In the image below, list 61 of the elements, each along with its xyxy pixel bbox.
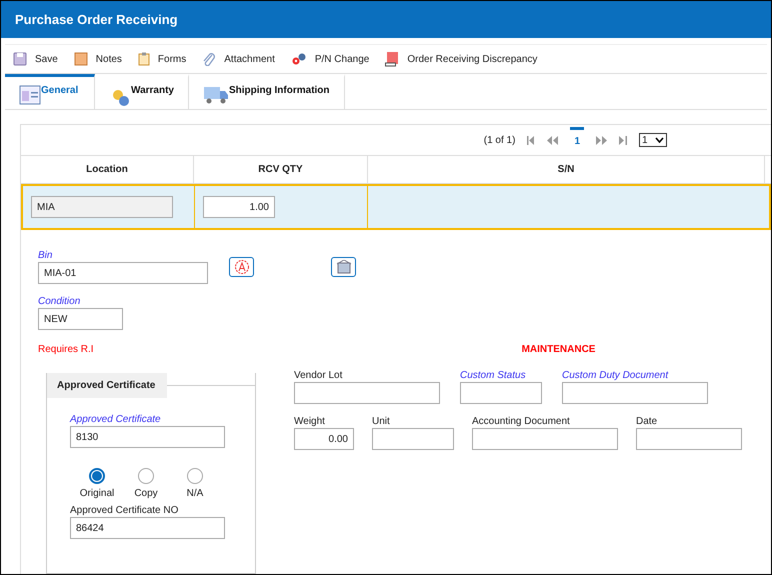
radio-label: N/A xyxy=(186,488,204,499)
input-field[interactable]: 0.00 xyxy=(294,428,354,450)
building-button[interactable] xyxy=(331,257,356,277)
last-page-icon[interactable] xyxy=(619,136,627,144)
circled-letter-button[interactable] xyxy=(229,257,254,277)
input-field[interactable]: MIA-01 xyxy=(38,262,208,284)
window-title: Purchase Order Receiving xyxy=(1,1,771,38)
field-label: Unit xyxy=(372,416,391,427)
field-label: Condition xyxy=(38,296,82,307)
radio-button[interactable] xyxy=(138,468,154,484)
field-label: Approved Certificate xyxy=(70,414,162,425)
input-field[interactable] xyxy=(636,428,742,450)
truck-icon xyxy=(202,85,229,106)
quantity-field[interactable]: 1.00 xyxy=(203,196,275,218)
input-field[interactable] xyxy=(562,382,708,404)
chevron-down-icon xyxy=(655,137,664,143)
requires-ri-text: Requires R.I xyxy=(38,344,94,355)
field-label: Vendor Lot xyxy=(294,370,344,381)
column-header: Location xyxy=(21,156,194,183)
field-label: Bin xyxy=(38,250,54,261)
page-summary: (1 of 1) xyxy=(484,134,516,146)
input-field[interactable] xyxy=(460,382,542,404)
toolbar-button[interactable]: P/N Change xyxy=(290,52,370,66)
page-select[interactable]: 1 xyxy=(639,133,667,147)
first-page-icon[interactable] xyxy=(527,136,536,144)
field-label: Date xyxy=(636,416,658,427)
field-label: Accounting Document xyxy=(472,416,571,427)
radio-label: Copy xyxy=(134,488,158,499)
field-label: Custom Duty Document xyxy=(562,370,670,381)
toolbar-button[interactable]: Attachment xyxy=(202,52,275,66)
input-field[interactable] xyxy=(372,428,454,450)
form-window-icon xyxy=(19,85,41,106)
report-icon xyxy=(385,51,400,68)
note-icon xyxy=(74,52,88,66)
maintenance-text: MAINTENANCE xyxy=(522,344,596,355)
radio-button[interactable] xyxy=(89,468,105,484)
input-field[interactable] xyxy=(472,428,618,450)
tab[interactable]: General xyxy=(5,74,95,109)
table-row[interactable]: MIA 1.00 xyxy=(21,184,771,230)
toolbar-button[interactable]: Order Receiving Discrepancy xyxy=(385,51,538,68)
field-label: Weight xyxy=(294,416,326,427)
toolbar-button[interactable]: Save xyxy=(13,52,58,66)
input-field[interactable] xyxy=(294,382,440,404)
radio-button[interactable] xyxy=(187,468,203,484)
paperclip-icon xyxy=(202,52,216,66)
input-field[interactable]: NEW xyxy=(38,308,123,330)
input-field[interactable]: 8130 xyxy=(70,426,225,448)
toolbar-button[interactable]: Forms xyxy=(138,52,186,66)
input-field[interactable]: 86424 xyxy=(70,517,225,539)
field-label: Custom Status xyxy=(460,370,527,381)
page-number[interactable]: 1 xyxy=(570,126,584,154)
toolbar-button[interactable]: Notes xyxy=(74,52,122,66)
radio-label: Original xyxy=(80,488,114,499)
location-field[interactable]: MIA xyxy=(31,196,173,218)
column-header: RCV QTY xyxy=(194,156,368,183)
clipboard-icon xyxy=(138,52,150,66)
next-page-icon[interactable] xyxy=(596,136,607,144)
field-label: Approved Certificate NO xyxy=(70,505,180,516)
previous-page-icon[interactable] xyxy=(547,136,558,144)
column-header: S/N xyxy=(368,156,765,183)
group-title: Approved Certificate xyxy=(47,373,167,398)
